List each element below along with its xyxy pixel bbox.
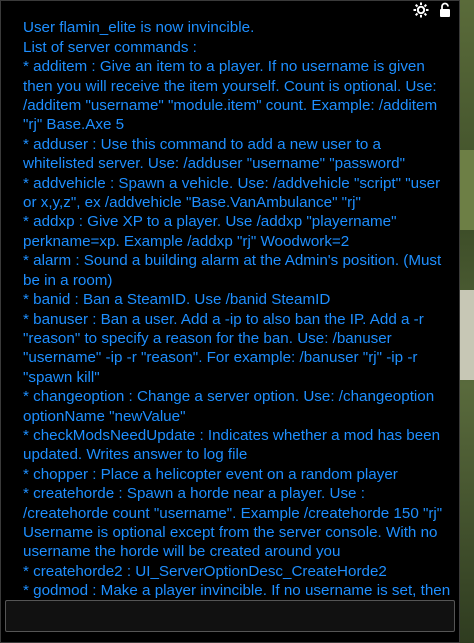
chat-message-list[interactable]: Happy surviving!User flamin_elite is now… [7, 0, 453, 598]
background-object [460, 290, 474, 380]
chat-message: * godmod : Make a player invincible. If … [23, 582, 451, 598]
gear-icon[interactable] [413, 2, 429, 18]
chat-message: * alarm : Sound a building alarm at the … [23, 252, 442, 289]
chat-message: * banuser : Ban a user. Add a -ip to als… [23, 310, 424, 386]
chat-message: * adduser : Use this command to add a ne… [23, 135, 406, 173]
chat-message: * createhorde2 : UI_ServerOptionDesc_Cre… [23, 562, 387, 580]
chat-message: * chopper : Place a helicopter event on … [23, 465, 398, 483]
chat-input-box[interactable] [5, 600, 455, 632]
chat-message: * addxp : Give XP to a player. Use /addx… [23, 213, 397, 250]
chat-message: User flamin_elite is now invincible. [23, 19, 255, 37]
chat-window: Happy surviving!User flamin_elite is now… [0, 0, 460, 643]
chat-message: * changeoption : Change a server option.… [23, 388, 435, 425]
titlebar-icons [413, 2, 453, 18]
chat-message: * additem : Give an item to a player. If… [23, 58, 438, 134]
chat-titlebar [1, 1, 459, 19]
chat-message: * checkModsNeedUpdate : Indicates whethe… [23, 426, 441, 464]
chat-message: List of server commands : [23, 38, 197, 56]
chat-message: * createhorde : Spawn a horde near a pla… [23, 485, 443, 561]
chat-input[interactable] [6, 601, 454, 631]
lock-icon[interactable] [437, 2, 453, 18]
chat-message: * addvehicle : Spawn a vehicle. Use: /ad… [23, 174, 441, 212]
chat-message: * banid : Ban a SteamID. Use /banid Stea… [23, 291, 331, 309]
background-foliage [460, 150, 474, 230]
